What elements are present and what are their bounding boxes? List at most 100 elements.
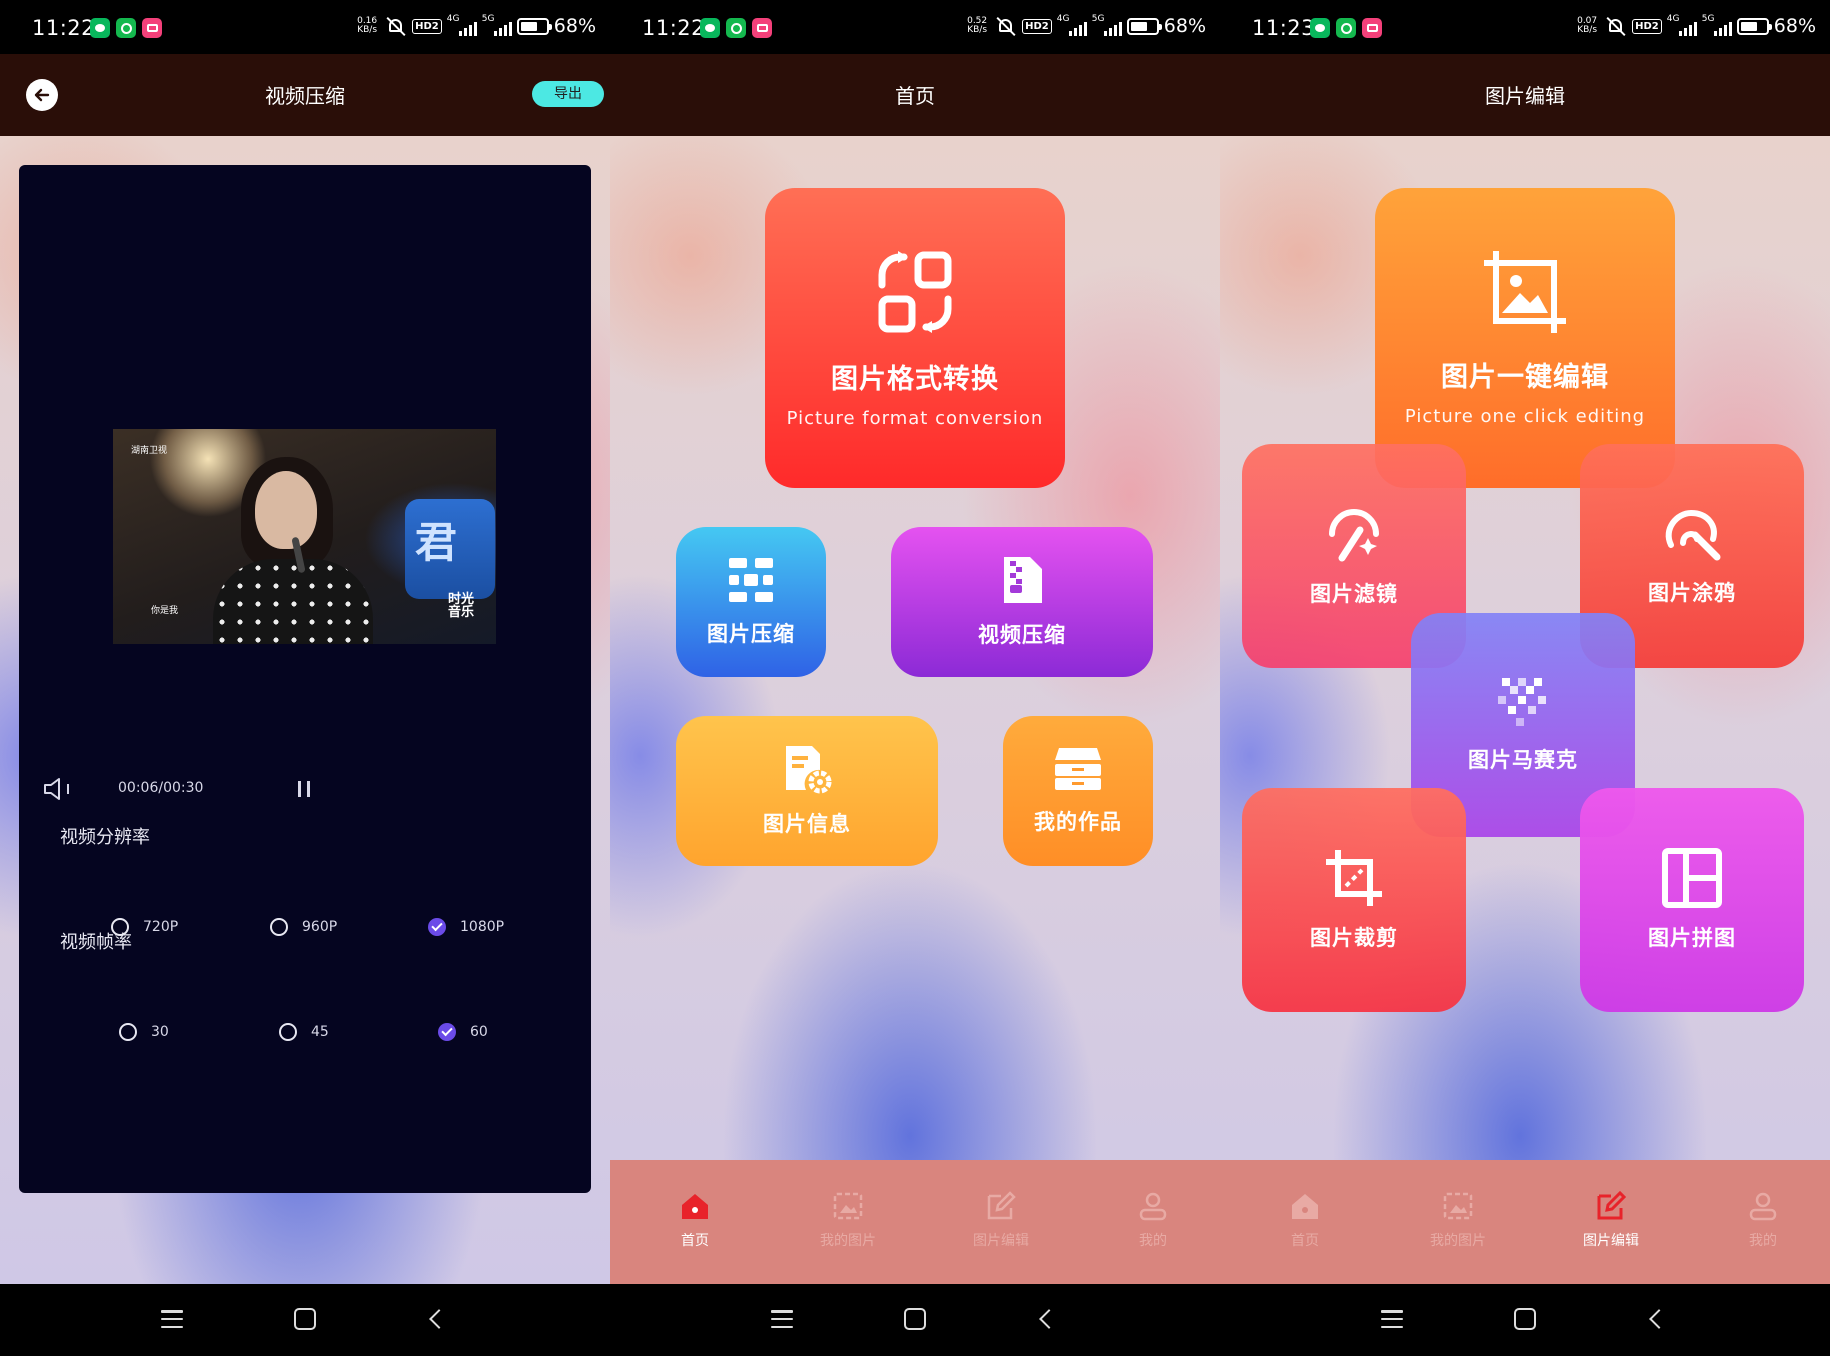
status-bar: 11:23 0.07 KB/s HD2 4G 5G 68% (1220, 0, 1830, 54)
tab-me[interactable]: 我的 (1708, 1190, 1818, 1250)
tab-image-edit[interactable]: 图片编辑 (1556, 1190, 1666, 1250)
collage-tile[interactable]: 图片拼图 (1580, 788, 1804, 1012)
zip-file-icon (1004, 557, 1042, 603)
back-chevron-icon[interactable] (1649, 1309, 1669, 1329)
video-compress-tile[interactable]: 视频压缩 (891, 527, 1153, 677)
pause-icon[interactable] (298, 781, 310, 797)
mosaic-label: 图片马赛克 (1468, 748, 1578, 772)
system-nav-bar (610, 1284, 1220, 1356)
battery-percent: 68% (1773, 15, 1816, 37)
signal-icon: 5G (482, 14, 512, 36)
app-header: 视频压缩 导出 (0, 54, 610, 136)
hd-badge: HD2 (1022, 18, 1052, 34)
player-controls: 00:06/00:30 (19, 773, 591, 803)
filter-label: 图片滤镜 (1310, 582, 1398, 606)
back-chevron-icon[interactable] (429, 1309, 449, 1329)
format-conversion-tile[interactable]: 图片格式转换 Picture format conversion (765, 188, 1065, 488)
my-works-tile[interactable]: 我的作品 (1003, 716, 1153, 866)
signal-icon: 5G (1702, 14, 1732, 36)
user-icon (1747, 1190, 1779, 1222)
show-badge: 时光 音乐 (448, 592, 475, 620)
tab-my-images[interactable]: 我的图片 (1403, 1190, 1513, 1250)
hd-badge: HD2 (1632, 18, 1662, 34)
format-conversion-label: 图片格式转换 (831, 364, 999, 395)
image-info-tile[interactable]: 图片信息 (676, 716, 938, 866)
crop-tile[interactable]: 图片裁剪 (1242, 788, 1466, 1012)
battery-icon (1736, 17, 1772, 35)
resolution-option-960p[interactable]: 960P (270, 918, 337, 936)
volume-icon[interactable] (43, 777, 75, 801)
one-click-edit-tile[interactable]: 图片一键编辑 Picture one click editing (1375, 188, 1675, 488)
home-icon (679, 1190, 711, 1222)
video-compress-label: 视频压缩 (978, 623, 1066, 647)
page-title: 首页 (895, 84, 935, 108)
mute-icon (385, 16, 407, 37)
image-frame-icon (1484, 251, 1566, 333)
wechat-icon (90, 18, 110, 38)
crop-label: 图片裁剪 (1310, 926, 1398, 950)
mute-icon (995, 16, 1017, 37)
back-chevron-icon[interactable] (1039, 1309, 1059, 1329)
collage-label: 图片拼图 (1648, 926, 1736, 950)
home-square-icon[interactable] (904, 1308, 926, 1330)
image-compress-tile[interactable]: 图片压缩 (676, 527, 826, 677)
status-bar: 11:22 0.52 KB/s HD2 4G 5G 68% (610, 0, 1220, 54)
bilibili-icon (142, 18, 162, 38)
doodle-brush-icon (1665, 509, 1721, 561)
page-title: 图片编辑 (1485, 84, 1565, 108)
tab-home[interactable]: 首页 (1250, 1190, 1360, 1250)
grid-layout-icon (1662, 848, 1722, 908)
home-square-icon[interactable] (294, 1308, 316, 1330)
radio-unchecked-icon (119, 1023, 137, 1041)
convert-icon (878, 251, 952, 333)
framerate-title: 视频帧率 (60, 932, 132, 953)
hd-badge: HD2 (412, 18, 442, 34)
net-speed: 0.16 KB/s (357, 16, 378, 35)
file-settings-icon (786, 746, 832, 794)
menu-icon[interactable] (161, 1310, 183, 1328)
image-icon (832, 1190, 864, 1222)
bilibili-icon (752, 18, 772, 38)
tab-my-images[interactable]: 我的图片 (793, 1190, 903, 1250)
export-button[interactable]: 导出 (532, 81, 604, 107)
video-frame[interactable]: 湖南卫视 君 时光 音乐 你是我 (113, 429, 496, 644)
app-green-icon (116, 18, 136, 38)
battery-icon (516, 17, 552, 35)
image-icon (1442, 1190, 1474, 1222)
bilibili-icon (1362, 18, 1382, 38)
resolution-option-1080p[interactable]: 1080P (428, 918, 504, 936)
home-square-icon[interactable] (1514, 1308, 1536, 1330)
tab-home[interactable]: 首页 (640, 1190, 750, 1250)
image-edit-screen: 11:23 0.07 KB/s HD2 4G 5G 68% 图片编辑 图片一键编… (1220, 0, 1830, 1356)
menu-icon[interactable] (771, 1310, 793, 1328)
radio-unchecked-icon (279, 1023, 297, 1041)
compress-icon (729, 558, 773, 602)
my-works-label: 我的作品 (1034, 810, 1122, 834)
framerate-option-45[interactable]: 45 (279, 1023, 329, 1041)
tab-me[interactable]: 我的 (1098, 1190, 1208, 1250)
system-nav-bar (0, 1284, 610, 1356)
home-icon (1289, 1190, 1321, 1222)
radio-checked-icon (428, 918, 446, 936)
app-header: 首页 (610, 54, 1220, 136)
system-nav-bar (1220, 1284, 1830, 1356)
framerate-option-60[interactable]: 60 (438, 1023, 488, 1041)
signal-icon: 4G (447, 14, 477, 36)
battery-percent: 68% (1163, 15, 1206, 37)
framerate-option-30[interactable]: 30 (119, 1023, 169, 1041)
signal-icon: 5G (1092, 14, 1122, 36)
one-click-edit-sublabel: Picture one click editing (1404, 406, 1646, 427)
bottom-tab-bar: 首页 我的图片 图片编辑 我的 (610, 1160, 1220, 1284)
app-green-icon (1336, 18, 1356, 38)
status-time: 11:23 (1252, 16, 1316, 40)
video-compress-screen: 11:22 0.16 KB/s HD2 4G 5G 68% 视频压缩 导出 湖南… (0, 0, 610, 1356)
one-click-edit-label: 图片一键编辑 (1441, 362, 1609, 393)
user-icon (1137, 1190, 1169, 1222)
menu-icon[interactable] (1381, 1310, 1403, 1328)
net-speed: 0.07 KB/s (1577, 16, 1598, 35)
signal-icon: 4G (1667, 14, 1697, 36)
wechat-icon (1310, 18, 1330, 38)
channel-logo: 湖南卫视 (131, 446, 168, 456)
tab-image-edit[interactable]: 图片编辑 (946, 1190, 1056, 1250)
app-green-icon (726, 18, 746, 38)
